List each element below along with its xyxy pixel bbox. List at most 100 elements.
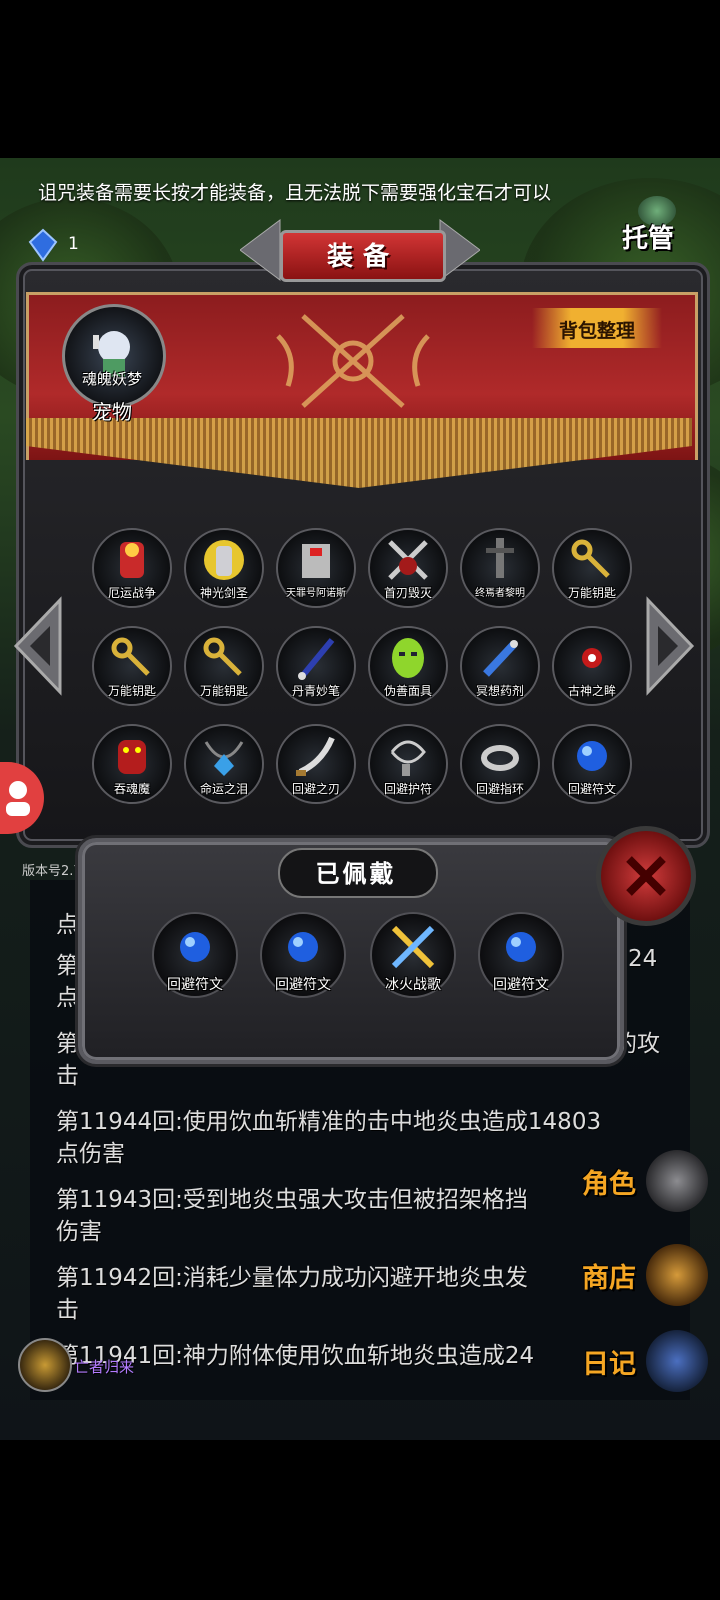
potion-icon — [483, 640, 518, 677]
item-slot[interactable]: 伪善面具 — [368, 626, 448, 706]
item-slot[interactable]: 神光剑圣 — [184, 528, 264, 608]
user-profile-tab[interactable] — [0, 762, 44, 834]
item-label: 万能钥匙 — [199, 684, 248, 698]
log-line: 点 — [56, 985, 79, 1011]
greatsword-icon — [486, 538, 514, 578]
title-plate: 装备 — [240, 210, 480, 290]
worn-title: 已佩戴 — [315, 860, 397, 888]
user-icon — [6, 781, 30, 816]
log-line: 击 — [56, 1297, 79, 1323]
pet-sprite-icon — [93, 331, 130, 377]
blue-orb-icon — [288, 932, 318, 962]
ring-icon — [481, 745, 519, 771]
demon-icon — [118, 740, 146, 774]
item-label: 吞魂魔 — [113, 782, 150, 796]
currency-amount: 1 — [68, 234, 79, 254]
beer-mug-icon — [646, 1244, 708, 1306]
worn-item-slot[interactable]: 回避符文 — [478, 912, 564, 998]
item-label: 古神之眸 — [567, 684, 616, 698]
item-label: 神光剑圣 — [199, 586, 248, 600]
red-warrior-icon — [120, 542, 144, 578]
item-slot[interactable]: 万能钥匙 — [184, 626, 264, 706]
log-line: 第 — [56, 953, 79, 979]
menu-shop-button[interactable]: 商店 — [582, 1244, 712, 1306]
pet-avatar[interactable] — [62, 304, 166, 408]
pet-label: 宠物 — [92, 400, 132, 424]
item-slot[interactable]: 回避符文 — [552, 724, 632, 804]
key-icon — [203, 637, 242, 676]
notice-text: 诅咒装备需要长按才能装备，且无法脱下需要强化宝石才可以 — [38, 182, 552, 204]
worn-item-slot[interactable]: 回避符文 — [260, 912, 346, 998]
amulet-icon — [390, 740, 426, 776]
knight-icon — [204, 540, 244, 580]
item-slot[interactable]: 终焉者黎明 — [460, 528, 540, 608]
log-line: 第11944回:使用饮血斩精准的击中地炎虫造成14803 — [56, 1109, 602, 1135]
item-slot[interactable]: 万能钥匙 — [92, 626, 172, 706]
item-label: 伪善面具 — [383, 684, 432, 698]
mech-icon — [302, 544, 330, 578]
item-slot[interactable]: 厄运战争 — [92, 528, 172, 608]
worn-item-label: 回避符文 — [167, 977, 223, 993]
book-icon — [646, 1330, 708, 1392]
item-slot[interactable]: 回避之刃 — [276, 724, 356, 804]
worn-item-label: 冰火战歌 — [385, 977, 441, 993]
player-avatar[interactable] — [18, 1338, 72, 1392]
blue-orb-icon — [577, 741, 607, 771]
page-title: 装备 — [326, 242, 399, 272]
menu-diary-button[interactable]: 日记 — [582, 1330, 712, 1392]
close-button[interactable] — [596, 826, 696, 926]
item-slot[interactable]: 天罪号阿诺斯 — [276, 528, 356, 608]
log-line: 伤害 — [56, 1219, 102, 1245]
item-slot[interactable]: 万能钥匙 — [552, 528, 632, 608]
sort-bag-button[interactable]: 背包整理 — [532, 308, 662, 348]
item-slot[interactable]: 首刃毁灭 — [368, 528, 448, 608]
item-label: 回避符文 — [567, 782, 616, 796]
menu-diary-label: 日记 — [582, 1349, 636, 1380]
crossed-swords-icon — [391, 925, 435, 969]
item-label: 天罪号阿诺斯 — [286, 588, 346, 599]
key-icon — [111, 637, 150, 676]
item-label: 丹青妙笔 — [291, 684, 340, 698]
player-name: 亡者归来 — [74, 1358, 135, 1376]
menu-character-label: 角色 — [582, 1169, 636, 1200]
item-slot[interactable]: 回避指环 — [460, 724, 540, 804]
menu-character-button[interactable]: 角色 — [582, 1150, 712, 1212]
item-label: 冥想药剂 — [475, 684, 524, 698]
item-label: 万能钥匙 — [107, 684, 156, 698]
scimitar-icon — [296, 736, 335, 776]
log-line: 第11942回:消耗少量体力成功闪避开地炎虫发 — [56, 1265, 528, 1291]
auto-play-label: 托管 — [622, 224, 675, 254]
item-slot[interactable]: 吞魂魔 — [92, 724, 172, 804]
worn-item-slot[interactable]: 冰火战歌 — [370, 912, 456, 998]
next-page-arrow-icon[interactable] — [646, 596, 696, 696]
key-icon — [571, 539, 610, 578]
log-line: 第 — [56, 1031, 79, 1057]
item-label: 首刃毁灭 — [383, 586, 432, 600]
item-slot[interactable]: 冥想药剂 — [460, 626, 540, 706]
worn-item-slot[interactable]: 回避符文 — [152, 912, 238, 998]
log-line: 24 — [628, 946, 658, 972]
item-slot[interactable]: 命运之泪 — [184, 724, 264, 804]
sort-bag-label: 背包整理 — [558, 320, 635, 342]
item-label: 命运之泪 — [199, 782, 248, 796]
item-label: 厄运战争 — [107, 586, 156, 600]
blades-icon — [388, 540, 428, 580]
crystal-icon — [26, 228, 60, 262]
close-icon — [626, 856, 666, 896]
log-line: 点 — [56, 912, 79, 938]
crossed-swords-emblem-icon — [268, 306, 438, 416]
item-slot[interactable]: 回避护符 — [368, 724, 448, 804]
item-slot[interactable]: 丹青妙笔 — [276, 626, 356, 706]
item-label: 万能钥匙 — [567, 586, 616, 600]
log-line: 点伤害 — [56, 1141, 125, 1167]
worn-item-label: 回避符文 — [275, 977, 331, 993]
auto-play-button[interactable]: 托管 — [622, 196, 692, 254]
prev-page-arrow-icon[interactable] — [12, 596, 62, 696]
item-label: 回避护符 — [383, 782, 432, 796]
item-label: 终焉者黎明 — [475, 588, 525, 599]
blue-orb-icon — [180, 932, 210, 962]
item-slot[interactable]: 古神之眸 — [552, 626, 632, 706]
worn-item-label: 回避符文 — [493, 977, 549, 993]
log-line: 击 — [56, 1063, 79, 1089]
pet-name: 魂魄妖梦 — [81, 370, 142, 388]
